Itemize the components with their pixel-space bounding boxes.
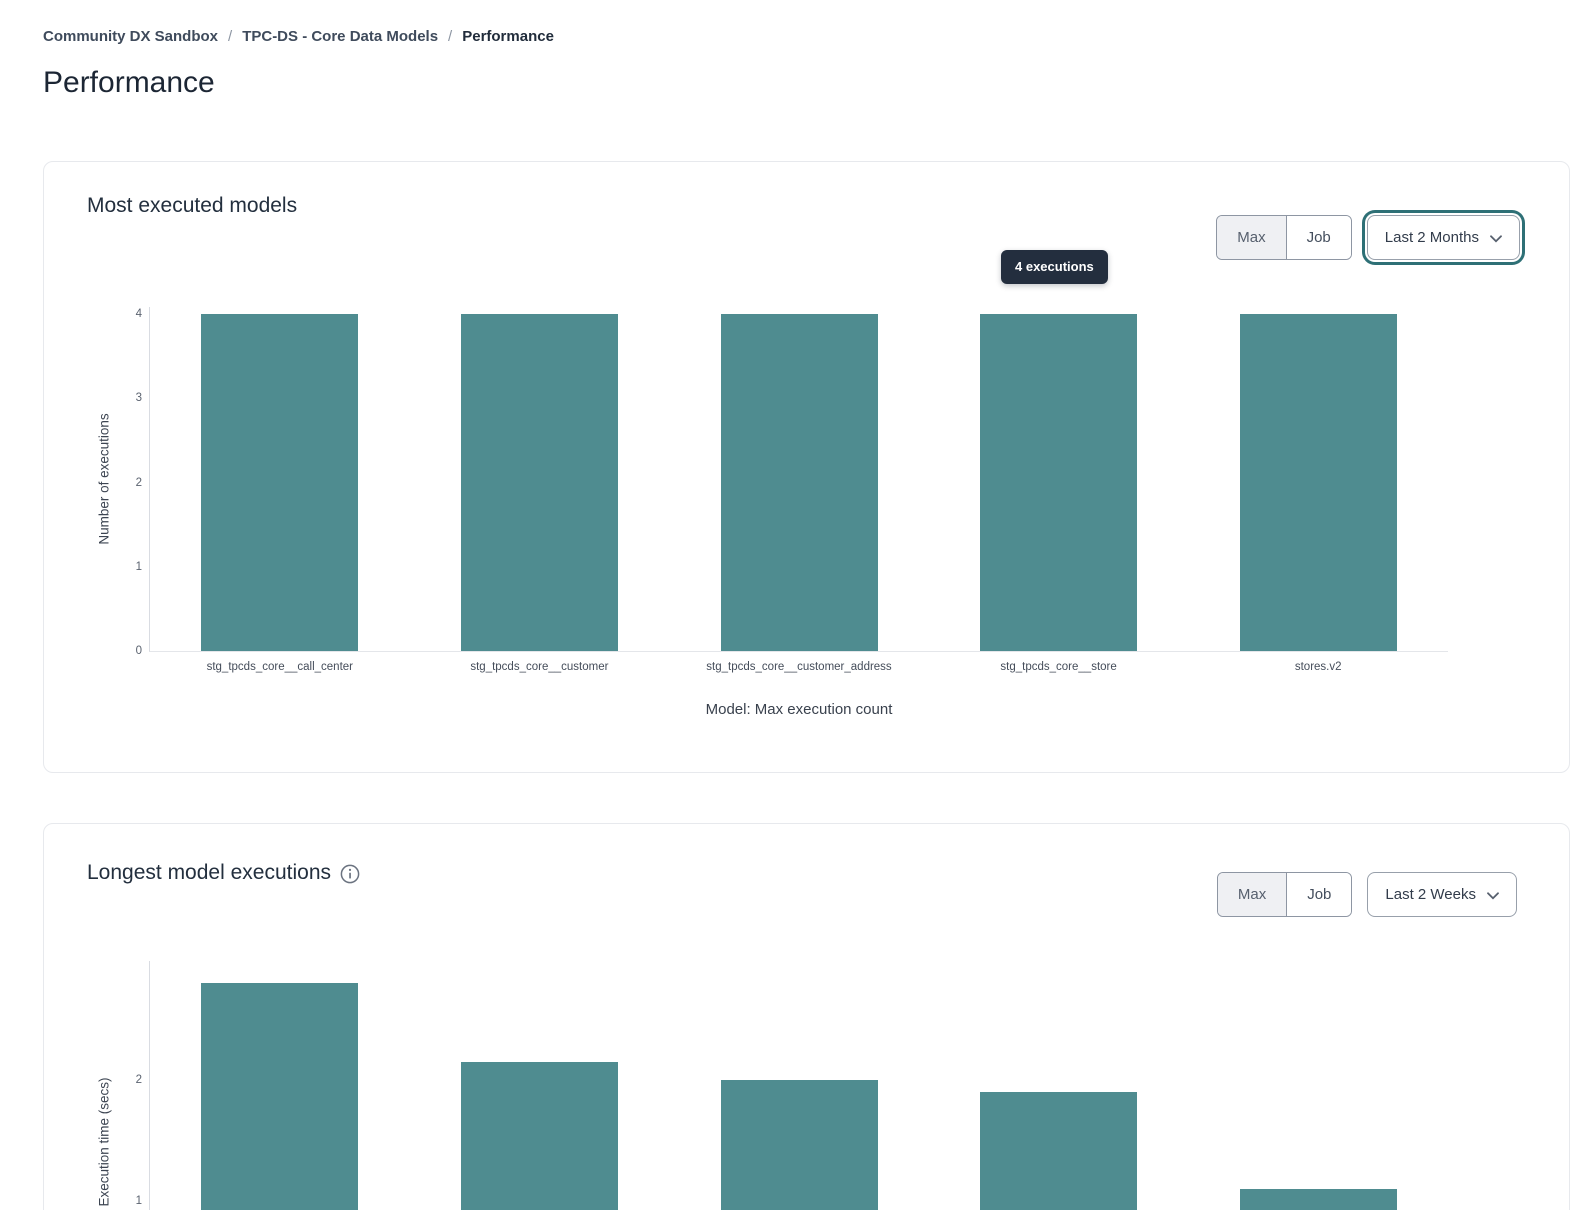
bar[interactable] (721, 314, 878, 651)
breadcrumb-item-models[interactable]: TPC-DS - Core Data Models (242, 28, 438, 45)
y-tick-label: 1 (136, 1195, 142, 1207)
info-icon[interactable] (340, 864, 360, 884)
most-executed-models-chart: stg_tpcds_core__call_centerstg_tpcds_cor… (149, 307, 1448, 652)
chevron-down-icon (1487, 887, 1499, 904)
max-toggle-button[interactable]: Max (1217, 216, 1285, 259)
bar-tooltip: 4 executions (1001, 250, 1108, 284)
x-category-label: stg_tpcds_core__customer (470, 661, 608, 673)
bar[interactable] (1240, 1189, 1397, 1210)
x-category-label: stg_tpcds_core__call_center (207, 661, 353, 673)
y-tick-label: 1 (136, 561, 142, 573)
x-category-label: stores.v2 (1295, 661, 1342, 673)
max-job-toggle: Max Job (1216, 215, 1352, 260)
max-toggle-button[interactable]: Max (1218, 873, 1286, 916)
max-job-toggle: Max Job (1217, 872, 1353, 917)
y-tick-label: 4 (136, 308, 142, 320)
chevron-down-icon (1490, 230, 1502, 247)
chart-controls: Max Job Last 2 Weeks (1217, 872, 1517, 917)
x-category-label: stg_tpcds_core__store (1000, 661, 1116, 673)
most-executed-models-card: Most executed models Max Job Last 2 Mont… (43, 161, 1570, 773)
time-range-dropdown[interactable]: Last 2 Weeks (1367, 872, 1517, 917)
y-tick-label: 2 (136, 1074, 142, 1086)
bar[interactable] (980, 314, 1137, 651)
page-title: Performance (43, 66, 215, 100)
bar[interactable] (980, 1092, 1137, 1210)
breadcrumb-item-project[interactable]: Community DX Sandbox (43, 28, 218, 45)
card-title-longest-executions: Longest model executions (87, 861, 331, 885)
y-axis-label: Number of executions (97, 413, 112, 544)
time-range-value: Last 2 Months (1385, 229, 1479, 246)
card-title-most-executed: Most executed models (87, 194, 297, 218)
breadcrumb: Community DX Sandbox / TPC-DS - Core Dat… (43, 28, 554, 45)
bar[interactable] (461, 314, 618, 651)
x-axis-label: Model: Max execution count (706, 701, 893, 718)
bar[interactable] (461, 1062, 618, 1210)
time-range-dropdown[interactable]: Last 2 Months (1367, 215, 1520, 260)
bar[interactable] (1240, 314, 1397, 651)
time-range-value: Last 2 Weeks (1385, 886, 1476, 903)
chart-controls: Max Job Last 2 Months (1216, 215, 1520, 260)
y-tick-label: 3 (136, 392, 142, 404)
x-category-label: stg_tpcds_core__customer_address (706, 661, 891, 673)
longest-model-executions-card: Longest model executions Max Job Last 2 … (43, 823, 1570, 1210)
breadcrumb-separator: / (228, 28, 232, 45)
longest-model-executions-chart: 12Execution time (secs) (149, 961, 1448, 1210)
job-toggle-button[interactable]: Job (1286, 216, 1351, 259)
y-tick-label: 2 (136, 477, 142, 489)
performance-page: Community DX Sandbox / TPC-DS - Core Dat… (0, 0, 1584, 1210)
y-tick-label: 0 (136, 645, 142, 657)
job-toggle-button[interactable]: Job (1286, 873, 1351, 916)
bar[interactable] (201, 314, 358, 651)
bar[interactable] (721, 1080, 878, 1210)
bar[interactable] (201, 983, 358, 1210)
y-axis-label: Execution time (secs) (97, 1077, 112, 1206)
breadcrumb-item-performance: Performance (462, 28, 554, 45)
breadcrumb-separator: / (448, 28, 452, 45)
